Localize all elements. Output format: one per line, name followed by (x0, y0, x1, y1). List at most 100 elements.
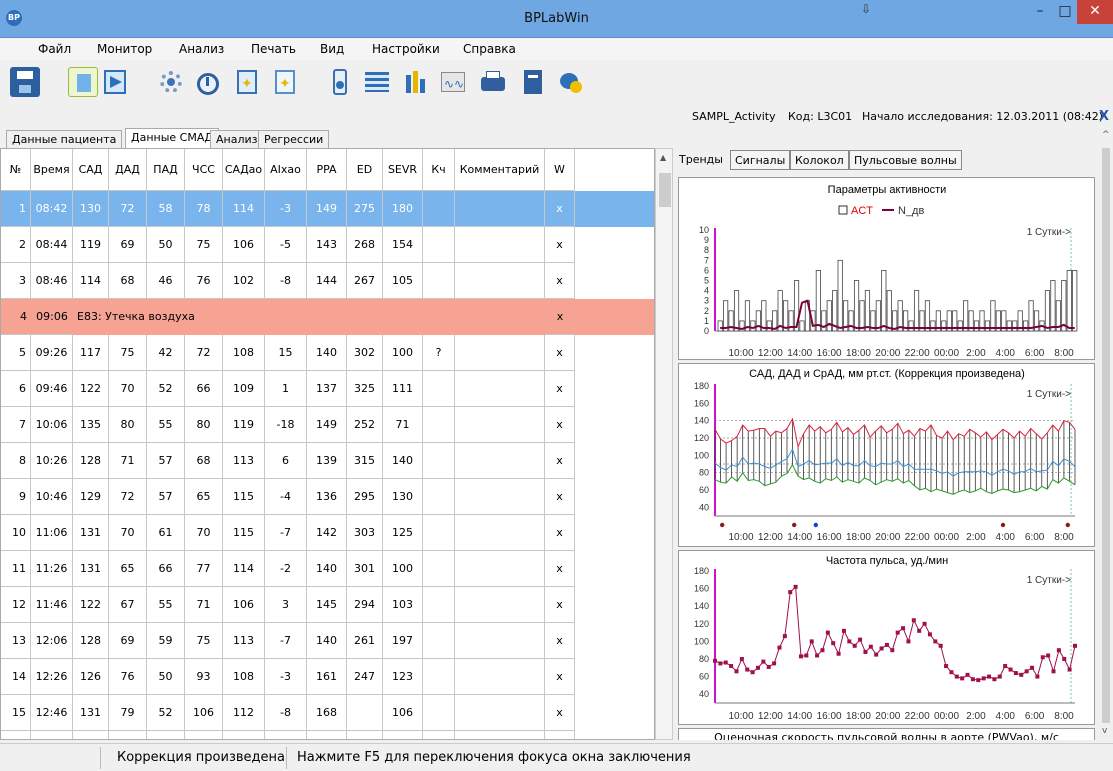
column-header-sevr[interactable]: SEVR (383, 149, 423, 191)
pulse-point (917, 628, 922, 633)
save-icon[interactable] (10, 67, 40, 97)
table-row[interactable]: 10 11:06 131 70 61 70 115 -7 142 303 125 x (1, 515, 654, 551)
activity-bar (913, 290, 920, 332)
select-chart-icon[interactable]: ✦ (270, 67, 300, 97)
tab-abpm-data[interactable]: Данные СМАД (125, 128, 219, 149)
column-header-hr[interactable]: ЧСС (185, 149, 223, 191)
column-header-aix-ao[interactable]: AIxao (265, 149, 307, 191)
column-header-sys-ao[interactable]: САДао (223, 149, 265, 191)
column-header-w[interactable]: W (545, 149, 575, 191)
transfer-icon[interactable] (100, 67, 130, 97)
column-header-pp[interactable]: ПАД (147, 149, 185, 191)
activity-bar (766, 320, 772, 332)
scroll-up-icon[interactable]: ▲ (660, 153, 666, 162)
tab-regressions[interactable]: Регрессии (258, 130, 330, 148)
tab-patient-data[interactable]: Данные пациента (6, 130, 123, 148)
settings-gear-icon[interactable] (156, 67, 186, 97)
time-tick-label: 4:00 (996, 711, 1016, 722)
cell-hr: 76 (185, 263, 223, 299)
table-row[interactable]: 5 09:26 117 75 42 72 108 15 140 302 100? x (1, 335, 654, 371)
cell-ed: 302 (347, 335, 383, 371)
cell-pp: 53 (147, 731, 185, 739)
cell-num: 14 (1, 659, 31, 695)
bar-chart-icon[interactable] (402, 67, 432, 97)
tab-signals[interactable]: Сигналы (730, 150, 791, 170)
timer-icon[interactable] (193, 67, 223, 97)
column-header-time[interactable]: Время (31, 149, 73, 191)
menu-analysis[interactable]: Анализ (179, 42, 224, 56)
table-row[interactable]: 11 11:26 131 65 66 77 114 -2 140 301 100 x (1, 551, 654, 587)
menu-settings[interactable]: Настройки (372, 42, 440, 56)
table-scrollbar[interactable]: ▲ (655, 148, 673, 740)
table-row[interactable]: 2 08:44 119 69 50 75 106 -5 143 268 154 x (1, 227, 654, 263)
cell-sys-ao: 108 (223, 659, 265, 695)
cell-ed: 295 (347, 479, 383, 515)
table-row[interactable]: 15 12:46 131 79 52 106 112 -8 168 106 x (1, 695, 654, 731)
document-icon[interactable] (518, 67, 548, 97)
table-icon[interactable] (362, 67, 392, 97)
menu-print[interactable]: Печать (251, 42, 296, 56)
column-header-ed[interactable]: ED (347, 149, 383, 191)
table-row[interactable]: 4 09:06 x E83: Утечка воздуха (1, 299, 654, 335)
cell-num: 11 (1, 551, 31, 587)
time-tick-label: 12:00 (758, 711, 783, 722)
table-row[interactable]: 1613:061428953156119 196 132 x (1, 731, 654, 739)
cell-dia: 72 (109, 191, 147, 227)
search-help-icon[interactable] (556, 67, 586, 97)
column-header-dia[interactable]: ДАД (109, 149, 147, 191)
close-button[interactable]: ✕ (1077, 0, 1113, 24)
cell-aix-ao: -3 (265, 659, 307, 695)
column-header-num[interactable]: № (1, 149, 31, 191)
time-tick-label: 10:00 (728, 348, 753, 359)
maximize-button[interactable]: □ (1054, 0, 1076, 24)
cell-sys: 131 (73, 515, 109, 551)
menu-monitor[interactable]: Монитор (97, 42, 152, 56)
table-row[interactable]: 13 12:06 128 69 59 75 113 -7 140 261 197 x (1, 623, 654, 659)
select-report-icon[interactable]: ✦ (232, 67, 262, 97)
print-icon[interactable] (478, 67, 508, 97)
cell-comment (455, 407, 545, 443)
tab-pulse-waves[interactable]: Пульсовые волны (849, 150, 962, 170)
tab-bell[interactable]: Колокол (790, 150, 849, 170)
scroll-up-icon[interactable]: ^ (1102, 130, 1110, 140)
table-row[interactable]: 9 10:46 129 72 57 65 115 -4 136 295 130 x (1, 479, 654, 515)
column-header-quality[interactable]: Кч (423, 149, 455, 191)
event-marker (1065, 522, 1070, 528)
waveform-icon[interactable]: ∿∿ (438, 67, 468, 97)
column-header-sys[interactable]: САД (73, 149, 109, 191)
cell-sys: 135 (73, 407, 109, 443)
cell-sevr: 106 (383, 695, 423, 731)
table-row[interactable]: 6 09:46 122 70 52 66 109 1 137 325 111 x (1, 371, 654, 407)
cell-aix-ao: -7 (265, 515, 307, 551)
right-scrollbar[interactable]: ^ v (1099, 128, 1113, 740)
table-row[interactable]: 1 08:42 130 72 58 78 114 -3 149 275 180 x (1, 191, 654, 227)
cell-sevr: 130 (383, 479, 423, 515)
table-row[interactable]: 7 10:06 135 80 55 80 119 -18 149 252 71 x (1, 407, 654, 443)
table-row[interactable]: 3 08:46 114 68 46 76 102 -8 144 267 105 x (1, 263, 654, 299)
table-row[interactable]: 12 11:46 122 67 55 71 106 3 145 294 103 x (1, 587, 654, 623)
activity-bar (957, 320, 963, 332)
measure-icon[interactable] (325, 67, 355, 97)
column-header-ppa[interactable]: PPA (307, 149, 347, 191)
menu-view[interactable]: Вид (320, 42, 344, 56)
scroll-down-icon[interactable]: v (1102, 726, 1107, 736)
cell-quality (423, 551, 455, 587)
close-panel-icon[interactable]: X (1099, 109, 1109, 124)
cell-pp: 57 (147, 443, 185, 479)
cell-num: 8 (1, 443, 31, 479)
tab-analysis[interactable]: Анализ (210, 130, 264, 148)
table-row[interactable]: 8 10:26 128 71 57 68 113 6 139 315 140 x (1, 443, 654, 479)
column-header-comment[interactable]: Комментарий (455, 149, 545, 191)
scroll-thumb[interactable] (1102, 148, 1110, 723)
tab-trends[interactable]: Тренды (675, 150, 727, 170)
menu-help[interactable]: Справка (463, 42, 516, 56)
cell-quality (423, 191, 455, 227)
open-device-icon[interactable] (68, 67, 98, 97)
scroll-thumb[interactable] (659, 173, 671, 207)
table-row[interactable]: 14 12:26 126 76 50 93 108 -3 161 247 123 x (1, 659, 654, 695)
pulse-point (890, 648, 895, 653)
minimize-button[interactable]: – (1026, 0, 1054, 24)
time-tick-label: 22:00 (905, 532, 930, 543)
menu-file[interactable]: Файл (38, 42, 71, 56)
pulse-point (858, 637, 863, 642)
